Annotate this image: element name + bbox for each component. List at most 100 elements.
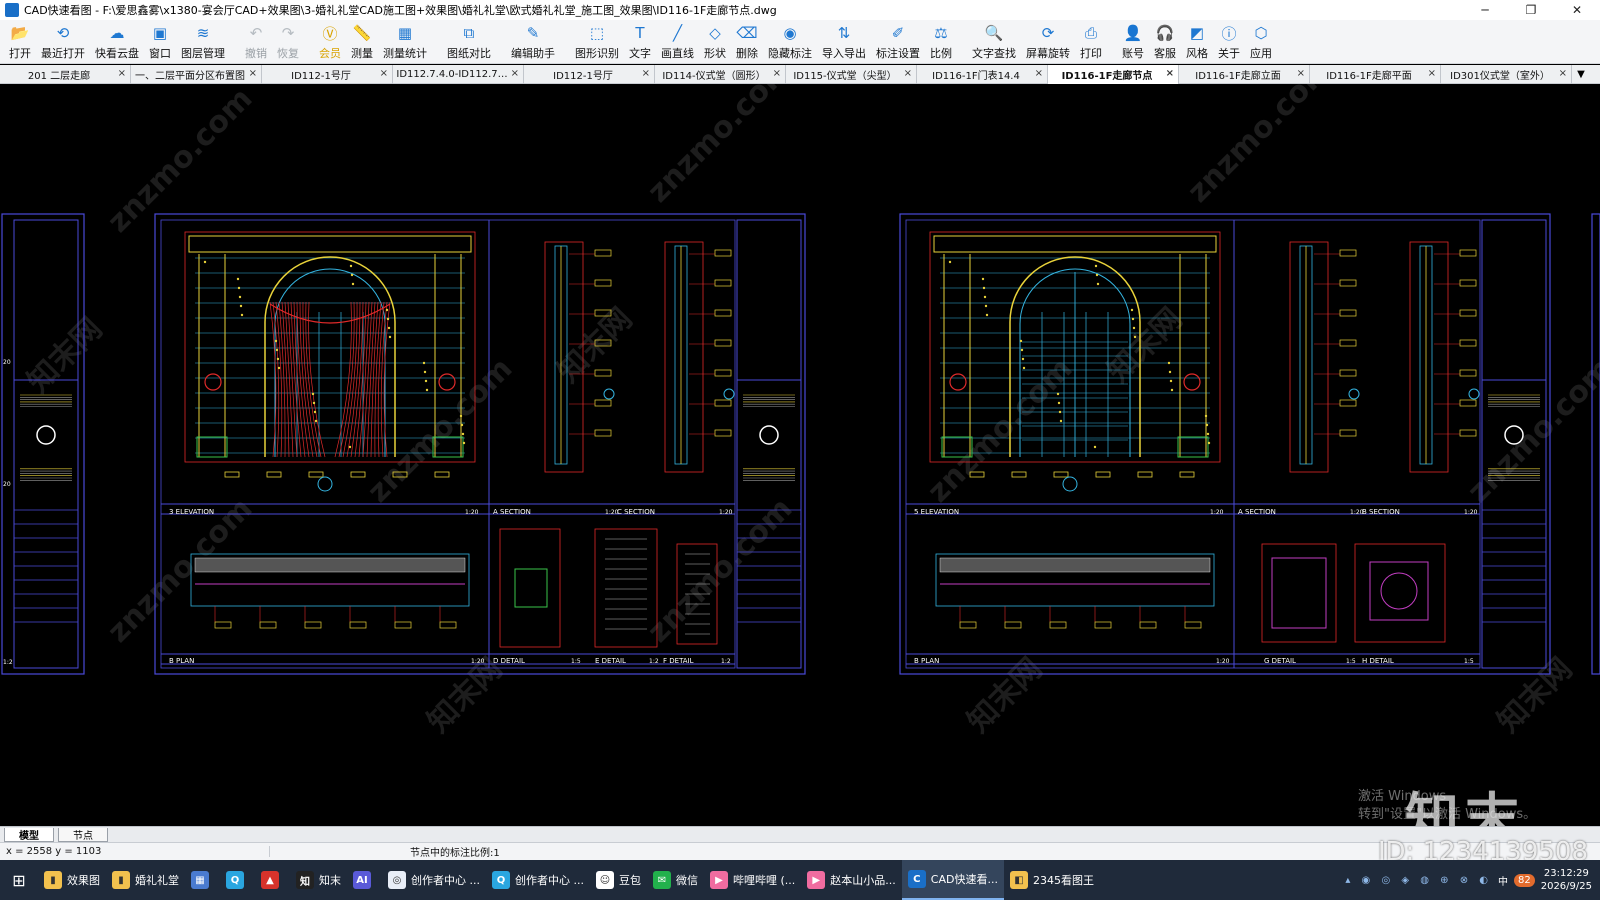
drawing-canvas[interactable]: znzmo.com znzmo.com znzmo.com znzmo.com znzm… [0, 84, 1600, 826]
document-tab[interactable]: ID112.7.4.0-ID112.7… × [393, 65, 524, 84]
taskbar-item[interactable]: ◧ 2345看图王 [1004, 860, 1100, 900]
account-icon: 👤 [1123, 24, 1143, 42]
toolbar-button-3[interactable]: ☁ 快看云盘 [90, 20, 144, 61]
toolbar-button-12[interactable]: ✎ 编辑助手 [506, 20, 560, 61]
watermark-text: 知末网 [961, 651, 1049, 739]
document-tab[interactable]: ID114-仪式堂（圆形） × [655, 65, 786, 84]
toolbar-button-19[interactable]: ⇅ 导入导出 [817, 20, 871, 61]
toolbar-button-9[interactable]: 📏 测量 [346, 20, 378, 61]
toolbar-button-24[interactable]: ⎙ 打印 [1075, 20, 1107, 61]
document-tab[interactable]: ID301仪式堂（室外） × [1441, 65, 1572, 84]
callout-tag [224, 471, 240, 478]
toolbar-button-15[interactable]: ╱ 画直线 [656, 20, 699, 61]
toolbar-button-21[interactable]: ⚖ 比例 [925, 20, 957, 61]
taskbar-item[interactable]: ✉ 微信 [647, 860, 704, 900]
tab-close-icon[interactable]: × [1559, 68, 1567, 79]
toolbar-button-8[interactable]: Ⓥ 会员 [314, 20, 346, 61]
toolbar-button-5[interactable]: ≋ 图层管理 [176, 20, 230, 61]
watermark-text: 知末网 [21, 311, 109, 399]
dimension-dot [311, 392, 315, 396]
tab-overflow-chevron-icon[interactable]: ▼ [1572, 65, 1590, 83]
toolbar-button-4[interactable]: ▣ 窗口 [144, 20, 176, 61]
callout-tag [594, 249, 612, 257]
tab-close-icon[interactable]: × [1297, 68, 1305, 79]
tray-icons[interactable]: ▴ ◉ ◎ ◈ ◍ ⊕ ⊗ ◐ [1345, 875, 1492, 886]
document-tab[interactable]: 201 二层走廊 × [0, 65, 131, 84]
toolbar-button-11[interactable]: ⧉ 图纸对比 [442, 20, 496, 61]
taskbar-item[interactable]: ▶ 赵本山小品... [801, 860, 902, 900]
toolbar-label: 打开 [9, 47, 31, 60]
scale-label: 1:2 [3, 659, 13, 666]
tab-close-icon[interactable]: × [1035, 68, 1043, 79]
document-tab[interactable]: ID116-1F走廊立面 × [1179, 65, 1310, 84]
tab-close-icon[interactable]: × [249, 68, 257, 79]
toolbar-button-16[interactable]: ◇ 形状 [699, 20, 731, 61]
tab-close-icon[interactable]: × [118, 68, 126, 79]
document-tab[interactable]: ID112-1号厅 × [524, 65, 655, 84]
partial-sheet-border [1591, 213, 1600, 675]
section-label: A SECTION [1238, 508, 1276, 516]
tab-close-icon[interactable]: × [1428, 68, 1436, 79]
close-button[interactable]: ✕ [1554, 3, 1600, 17]
minimize-button[interactable]: ─ [1462, 3, 1508, 17]
toolbar-button-23[interactable]: ⟳ 屏幕旋转 [1021, 20, 1075, 61]
taskbar-item[interactable]: Q 创作者中心 ... [486, 860, 590, 900]
toolbar-button-17[interactable]: ⌫ 删除 [731, 20, 763, 61]
app-icon: ◎ [388, 871, 406, 889]
tab-close-icon[interactable]: × [773, 68, 781, 79]
toolbar-button-28[interactable]: ⓘ 关于 [1213, 20, 1245, 61]
windows-start-icon[interactable]: ⊞ [0, 871, 38, 890]
taskbar-item[interactable]: ☺ 豆包 [590, 860, 647, 900]
toolbar-button-20[interactable]: ✐ 标注设置 [871, 20, 925, 61]
toolbar-label: 测量统计 [383, 47, 427, 60]
taskbar-item[interactable]: ◎ 创作者中心 ... [382, 860, 486, 900]
detail-frame [499, 528, 561, 648]
toolbar-button-18[interactable]: ◉ 隐藏标注 [763, 20, 817, 61]
curtain-drape [370, 301, 379, 458]
taskbar-item[interactable]: ▶ 哔哩哔哩 (... [704, 860, 801, 900]
document-tab[interactable]: ID116-1F走廊节点 × [1048, 65, 1179, 84]
toolbar-button-10[interactable]: ▦ 测量统计 [378, 20, 432, 61]
detail-profile [514, 568, 548, 608]
taskbar-item[interactable]: Q [220, 860, 255, 900]
taskbar-item[interactable]: 知知末 [290, 860, 347, 900]
tab-close-icon[interactable]: × [511, 68, 519, 79]
taskbar-item[interactable]: ▲ [255, 860, 290, 900]
taskbar-item[interactable]: ▮ 婚礼礼堂 [106, 860, 185, 900]
document-tab[interactable]: 一、二层平面分区布置图 × [131, 65, 262, 84]
document-tab[interactable]: ID116-1F门表14.4 × [917, 65, 1048, 84]
toolbar-button-26[interactable]: 🎧 客服 [1149, 20, 1181, 61]
toolbar-button-25[interactable]: 👤 账号 [1117, 20, 1149, 61]
shape-recognize-icon: ⬚ [589, 24, 605, 42]
tab-close-icon[interactable]: × [904, 68, 912, 79]
toolbar-button-29[interactable]: ⬡ 应用 [1245, 20, 1277, 61]
cad-drawing[interactable]: znzmo.com znzmo.com znzmo.comznzmo.com znzm… [0, 84, 1600, 826]
layout-tab[interactable]: 模型 [4, 827, 54, 842]
callout-tag [714, 279, 732, 287]
section-marker-icon [317, 476, 333, 492]
taskbar-item[interactable]: ▦ [185, 860, 220, 900]
toolbar-button-14[interactable]: T 文字 [624, 20, 656, 61]
taskbar-item[interactable]: C CAD快速看... [901, 860, 1004, 900]
tab-close-icon[interactable]: × [642, 68, 650, 79]
toolbar-button-1[interactable]: 📂 打开 [4, 20, 36, 61]
toolbar-label: 快看云盘 [95, 47, 139, 60]
toolbar-button-13[interactable]: ⬚ 图形识别 [570, 20, 624, 61]
document-tab[interactable]: ID112-1号厅 × [262, 65, 393, 84]
notification-badge[interactable]: 82 [1513, 873, 1535, 887]
taskbar-label: 婚礼礼堂 [135, 874, 179, 887]
document-tab[interactable]: ID115-仪式堂（尖型） × [786, 65, 917, 84]
clock[interactable]: 23:12:29 2026/9/25 [1541, 867, 1592, 893]
maximize-button[interactable]: ❐ [1508, 3, 1554, 17]
tab-close-icon[interactable]: × [1166, 68, 1174, 79]
layout-tab[interactable]: 节点 [58, 827, 108, 842]
ime-indicator[interactable]: 中 [1498, 873, 1508, 888]
toolbar-button-2[interactable]: ⟲ 最近打开 [36, 20, 90, 61]
toolbar-button-27[interactable]: ◩ 风格 [1181, 20, 1213, 61]
toolbar-button-22[interactable]: 🔍 文字查找 [967, 20, 1021, 61]
tab-close-icon[interactable]: × [380, 68, 388, 79]
app-icon [5, 3, 19, 17]
taskbar-item[interactable]: ▮ 效果图 [38, 860, 106, 900]
document-tab[interactable]: ID116-1F走廊平面 × [1310, 65, 1441, 84]
taskbar-item[interactable]: AI [347, 860, 382, 900]
